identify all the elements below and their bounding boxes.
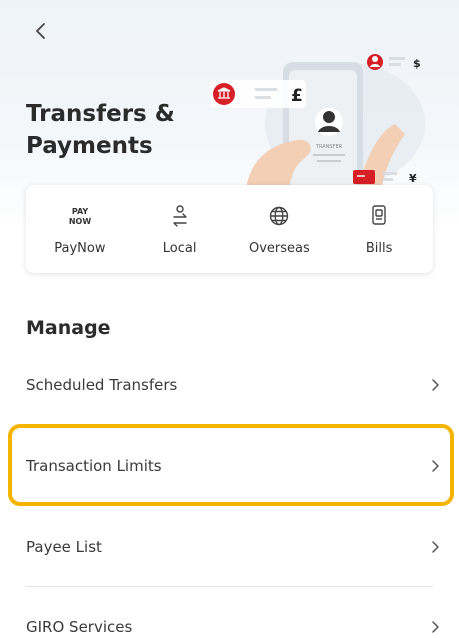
transfer-illustration: TRANSFER £ $ ¥ [210, 54, 425, 194]
highlight-box [8, 424, 454, 506]
quick-action-local[interactable]: Local [135, 203, 225, 256]
menu-item-label: Scheduled Transfers [26, 376, 178, 394]
quick-action-label: Local [162, 240, 197, 256]
divider [26, 586, 433, 587]
chevron-left-icon [36, 23, 45, 39]
quick-action-label: Bills [365, 240, 393, 256]
quick-action-overseas[interactable]: Overseas [234, 203, 324, 256]
paynow-logo-icon: PAY NOW [66, 203, 94, 229]
gbp-symbol: £ [291, 86, 303, 106]
chevron-right-icon [432, 379, 439, 391]
back-button[interactable] [26, 16, 56, 46]
menu-item-giro-services[interactable]: GIRO Services [26, 607, 440, 638]
illustration-card-label: TRANSFER [315, 144, 343, 150]
svg-text:PAY: PAY [72, 207, 89, 216]
quick-action-label: PayNow [54, 240, 106, 256]
quick-actions-card: PAY NOW PayNow Local Overseas Bills [26, 185, 433, 273]
menu-item-scheduled-transfers[interactable]: Scheduled Transfers [26, 365, 440, 405]
yen-symbol: ¥ [409, 172, 417, 185]
bill-icon [370, 203, 388, 229]
page-title: Transfers & Payments [26, 101, 175, 159]
usd-symbol: $ [413, 57, 421, 70]
menu-item-label: GIRO Services [26, 618, 133, 636]
menu-item-label: Payee List [26, 538, 102, 556]
manage-heading: Manage [26, 317, 111, 339]
menu-item-payee-list[interactable]: Payee List [26, 527, 440, 567]
svg-text:NOW: NOW [69, 217, 91, 226]
quick-action-label: Overseas [248, 240, 310, 256]
chevron-right-icon [432, 621, 439, 633]
globe-icon [268, 203, 290, 229]
local-transfer-icon [169, 203, 191, 229]
quick-action-bills[interactable]: Bills [334, 203, 424, 256]
quick-action-paynow[interactable]: PAY NOW PayNow [35, 203, 125, 256]
chevron-right-icon [432, 541, 439, 553]
